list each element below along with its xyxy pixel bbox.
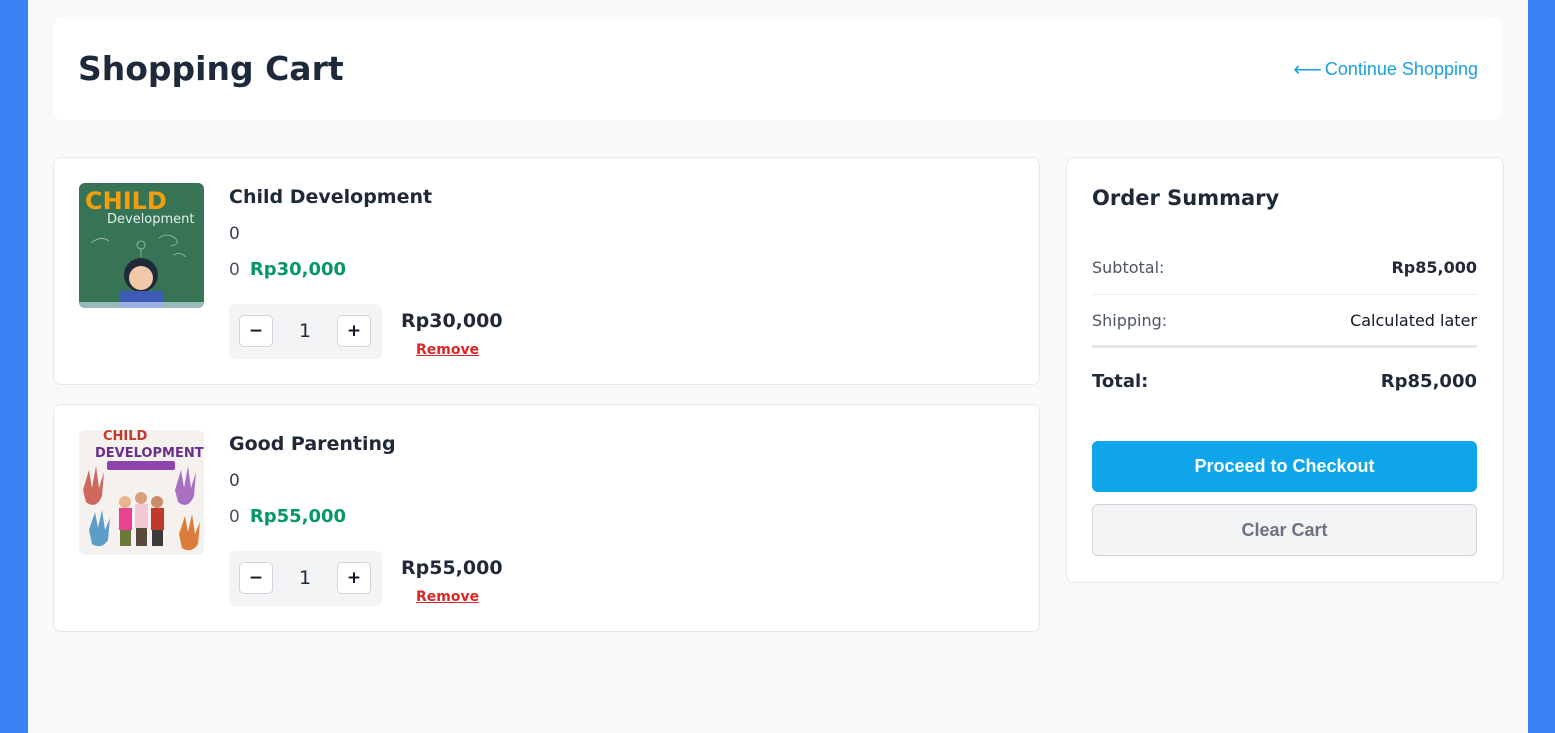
price-prefix: 0 xyxy=(229,507,240,527)
svg-text:Development: Development xyxy=(107,212,195,227)
product-cover-image[interactable]: CHILD DEVELOPMENT xyxy=(79,430,204,555)
item-title[interactable]: Child Development xyxy=(229,186,432,208)
page-title: Shopping Cart xyxy=(78,49,344,88)
increase-quantity-button[interactable]: + xyxy=(337,562,371,594)
cart-item: CHILD Development Child Development 0 0 … xyxy=(53,157,1040,385)
shipping-label: Shipping: xyxy=(1092,311,1168,330)
continue-shopping-label: Continue Shopping xyxy=(1324,59,1478,79)
page: Shopping Cart ⟵ Continue Shopping CHILD … xyxy=(28,0,1528,733)
divider xyxy=(1092,345,1477,348)
cart-item: CHILD DEVELOPMENT Good Parenting 0 0 Rp5… xyxy=(53,404,1040,632)
order-summary-title: Order Summary xyxy=(1092,186,1280,210)
quantity-value: 1 xyxy=(298,320,312,342)
subtotal-row: Subtotal: Rp85,000 xyxy=(1092,258,1477,277)
decrease-quantity-button[interactable]: − xyxy=(239,315,273,347)
price-prefix: 0 xyxy=(229,260,240,280)
order-summary-card: Order Summary Subtotal: Rp85,000 Shippin… xyxy=(1066,157,1504,583)
svg-text:CHILD: CHILD xyxy=(85,187,167,215)
shipping-value: Calculated later xyxy=(1350,311,1477,330)
remove-item-link[interactable]: Remove xyxy=(416,589,479,605)
clear-cart-button[interactable]: Clear Cart xyxy=(1092,504,1477,556)
subtotal-value: Rp85,000 xyxy=(1391,258,1477,277)
line-total: Rp55,000 xyxy=(401,557,503,579)
increase-quantity-button[interactable]: + xyxy=(337,315,371,347)
shipping-row: Shipping: Calculated later xyxy=(1092,311,1477,330)
child-development-cover-icon: CHILD Development xyxy=(79,183,204,308)
subtotal-label: Subtotal: xyxy=(1092,258,1165,277)
total-label: Total: xyxy=(1092,371,1149,392)
item-meta: 0 xyxy=(229,471,240,491)
remove-item-link[interactable]: Remove xyxy=(416,342,479,358)
good-parenting-cover-icon: CHILD DEVELOPMENT xyxy=(79,430,204,555)
product-cover-image[interactable]: CHILD Development xyxy=(79,183,204,308)
quantity-value: 1 xyxy=(298,567,312,589)
item-title[interactable]: Good Parenting xyxy=(229,433,396,455)
decrease-quantity-button[interactable]: − xyxy=(239,562,273,594)
divider xyxy=(1092,294,1477,295)
total-value: Rp85,000 xyxy=(1380,371,1477,392)
quantity-stepper: − 1 + xyxy=(229,304,382,359)
svg-text:CHILD: CHILD xyxy=(103,430,148,444)
unit-price: Rp30,000 xyxy=(249,259,347,280)
proceed-to-checkout-button[interactable]: Proceed to Checkout xyxy=(1092,441,1477,492)
svg-text:DEVELOPMENT: DEVELOPMENT xyxy=(95,446,204,461)
continue-shopping-link[interactable]: ⟵ Continue Shopping xyxy=(1293,57,1478,82)
back-arrow-icon: ⟵ xyxy=(1293,59,1322,81)
unit-price: Rp55,000 xyxy=(249,506,347,527)
quantity-stepper: − 1 + xyxy=(229,551,382,606)
unit-price-line: 0 Rp55,000 xyxy=(229,506,346,527)
total-row: Total: Rp85,000 xyxy=(1092,371,1477,392)
line-total: Rp30,000 xyxy=(401,310,503,332)
header-card: Shopping Cart ⟵ Continue Shopping xyxy=(53,17,1503,120)
item-meta: 0 xyxy=(229,224,240,244)
unit-price-line: 0 Rp30,000 xyxy=(229,259,346,280)
